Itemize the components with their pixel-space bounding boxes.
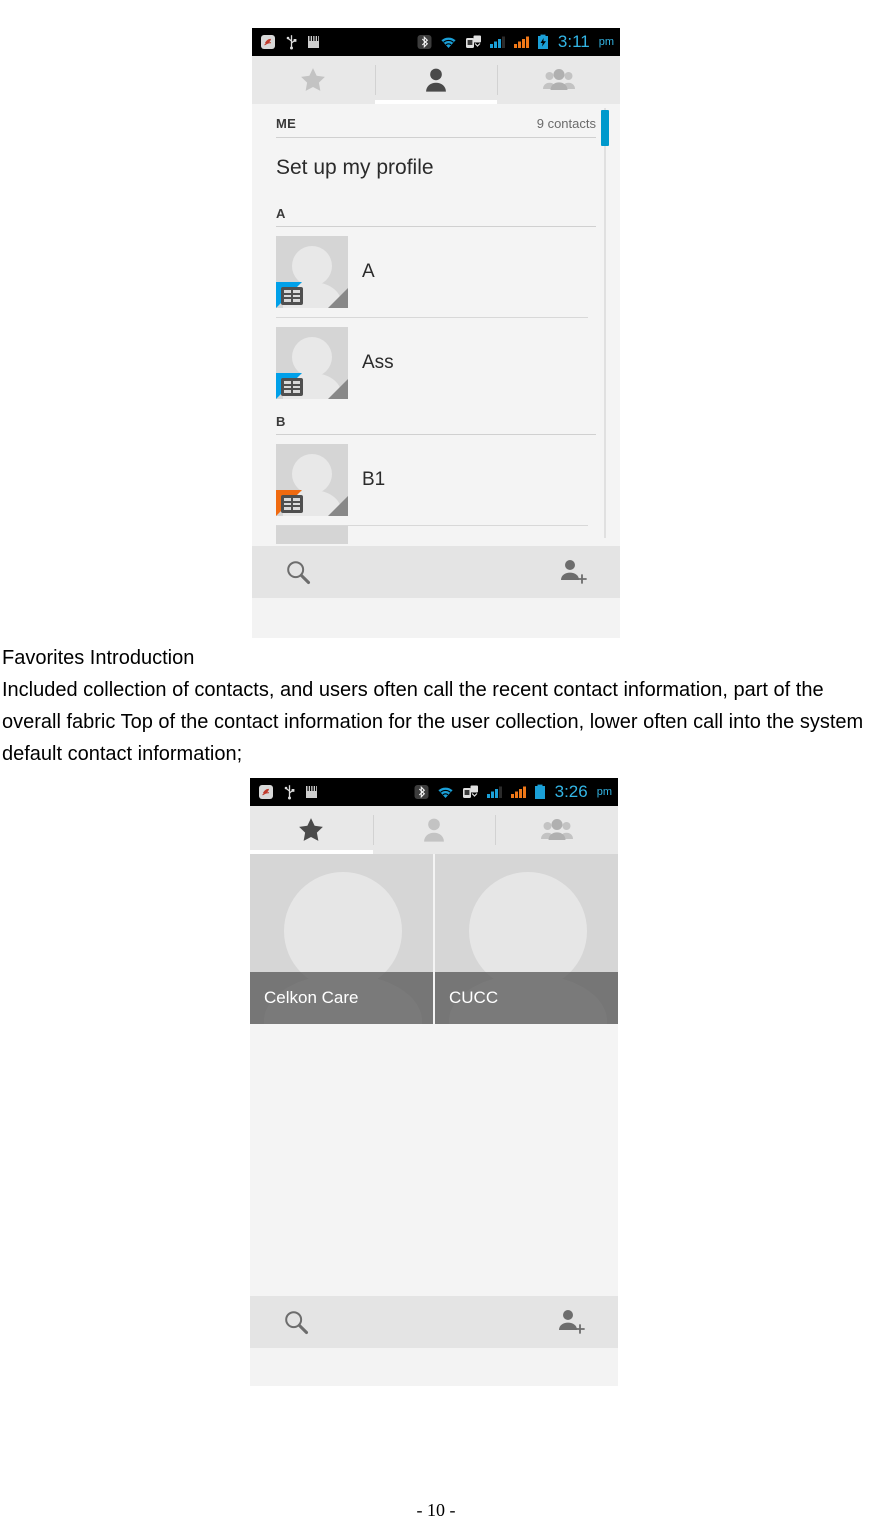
avatar-head	[292, 337, 332, 377]
section-header-a: A	[276, 206, 286, 221]
section-header-b: B	[276, 414, 286, 429]
favorites-grid: Celkon Care CUCC	[250, 854, 618, 1024]
app-notification-icon	[261, 35, 275, 49]
scrollbar-track[interactable]	[604, 108, 606, 538]
status-bar-clock: 3:26	[554, 782, 588, 801]
group-icon	[540, 819, 573, 840]
favorites-empty-area	[250, 1024, 618, 1296]
tab-groups[interactable]	[495, 806, 618, 854]
favorites-screenshot: 3:26 pm Celkon Care CUCC	[250, 778, 618, 1386]
scrollbar-thumb[interactable]	[601, 110, 609, 146]
status-bar-clock: 3:11	[557, 32, 590, 51]
avatar	[276, 236, 348, 308]
favorite-tile[interactable]: Celkon Care	[250, 854, 433, 1024]
contact-list[interactable]: ME 9 contacts Set up my profile A A Ass …	[252, 104, 620, 546]
search-icon[interactable]	[282, 1308, 310, 1336]
favorite-name: Celkon Care	[250, 972, 433, 1024]
section-paragraph: Included collection of contacts, and use…	[2, 679, 864, 765]
app-notification-icon	[259, 785, 273, 799]
page-number: - 10 -	[416, 1500, 456, 1520]
battery-charging-icon	[537, 34, 548, 49]
avatar-corner	[328, 288, 348, 308]
add-contact-icon[interactable]	[556, 558, 588, 586]
star-icon	[299, 818, 324, 841]
table-row[interactable]: B1	[252, 435, 620, 525]
section-heading: Favorites Introduction	[2, 647, 195, 669]
status-bar-right-icons: 3:26 pm	[414, 778, 612, 806]
search-icon[interactable]	[284, 558, 312, 586]
table-row[interactable]: Ass	[252, 318, 620, 408]
person-icon	[424, 818, 444, 842]
tab-groups[interactable]	[497, 56, 620, 104]
status-bar-left-icons	[258, 784, 318, 800]
sim1-badge-icon	[276, 373, 308, 399]
table-row[interactable]: A	[252, 227, 620, 317]
status-bar-ampm: pm	[596, 786, 612, 798]
group-icon	[542, 69, 575, 90]
bluetooth-icon	[414, 785, 429, 799]
document-body-text: Favorites Introduction Included collecti…	[2, 642, 872, 770]
set-up-my-profile-row[interactable]: Set up my profile	[252, 138, 620, 200]
tab-bar	[250, 806, 618, 854]
signal-sim2-icon	[510, 786, 526, 798]
me-header: ME 9 contacts	[252, 104, 620, 137]
status-bar-ampm: pm	[598, 36, 614, 48]
status-bar: 3:26 pm	[250, 778, 618, 806]
wifi-icon	[437, 786, 453, 798]
status-bar-right-icons: 3:11 pm	[417, 28, 614, 56]
contacts-screenshot: 3:11 pm ME 9 contacts Set up my profile …	[252, 28, 620, 638]
person-icon	[426, 68, 446, 92]
avatar-corner	[328, 379, 348, 399]
bottom-action-bar	[252, 546, 620, 598]
contact-name: Ass	[362, 352, 394, 373]
contact-count: 9 contacts	[536, 116, 596, 131]
wifi-icon	[440, 36, 457, 48]
sd-card-icon	[306, 786, 317, 798]
me-label: ME	[276, 116, 297, 131]
partial-next-row	[276, 526, 348, 544]
bottom-action-bar	[250, 1296, 618, 1348]
avatar-corner	[328, 496, 348, 516]
sd-card-icon	[308, 36, 319, 48]
avatar	[276, 327, 348, 399]
signal-sim2-icon	[513, 36, 529, 48]
signal-sim1-icon	[486, 786, 502, 798]
tab-favorites[interactable]	[252, 56, 375, 104]
avatar	[276, 444, 348, 516]
star-icon	[301, 68, 326, 91]
avatar-head	[292, 246, 332, 286]
tab-contacts[interactable]	[374, 56, 498, 104]
battery-full-icon	[534, 784, 545, 799]
contact-name: A	[362, 261, 375, 282]
avatar-head	[292, 454, 332, 494]
contact-name: B1	[362, 469, 386, 490]
favorite-name: CUCC	[435, 972, 618, 1024]
sync-icon	[465, 35, 481, 48]
tab-bar	[252, 56, 620, 104]
add-contact-icon[interactable]	[554, 1308, 586, 1336]
sim2-badge-icon	[276, 490, 308, 516]
signal-sim1-icon	[489, 36, 505, 48]
usb-icon	[284, 785, 295, 800]
tab-contacts[interactable]	[372, 806, 496, 854]
bluetooth-icon	[417, 35, 432, 49]
usb-icon	[286, 35, 297, 50]
tab-favorites[interactable]	[250, 806, 373, 854]
sim1-badge-icon	[276, 282, 308, 308]
sync-icon	[462, 785, 478, 798]
favorite-tile[interactable]: CUCC	[435, 854, 618, 1024]
status-bar: 3:11 pm	[252, 28, 620, 56]
status-bar-left-icons	[260, 34, 320, 50]
